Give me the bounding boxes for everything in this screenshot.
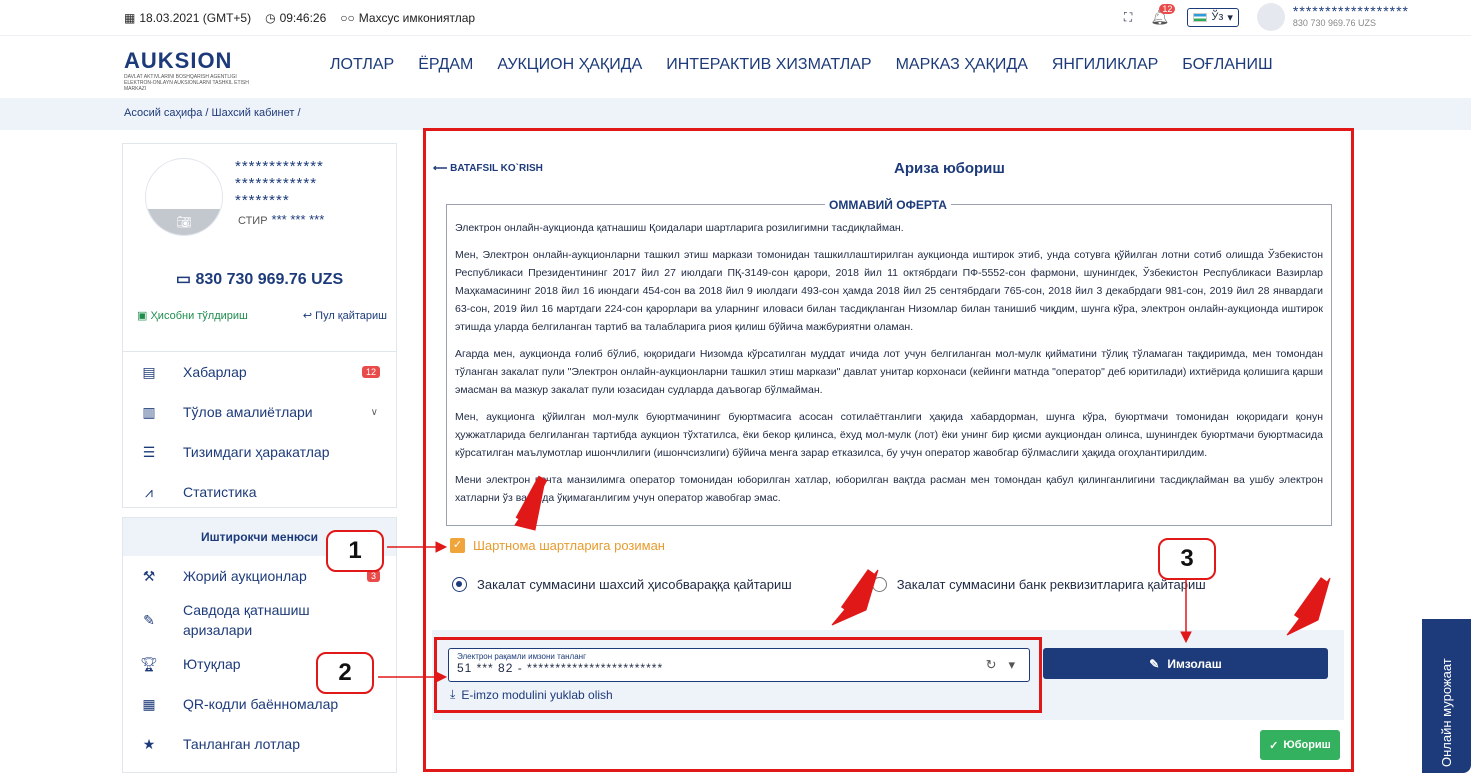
messages-badge: 12 [361,366,380,378]
nav-contact[interactable]: БОҒЛАНИШ [1182,56,1272,74]
camera-icon[interactable]: 📷︎ [146,209,222,235]
trophy-icon: 🏆︎ [140,655,158,672]
fullscreen-icon[interactable]: ⛶ [1124,10,1132,25]
annotation-number-1: 1 [326,530,384,572]
nav-interactive[interactable]: ИНТЕРАКТИВ ХИЗМАТЛАР [666,56,871,74]
invoice-icon: ▥ [142,403,156,420]
nav-about-center[interactable]: МАРКАЗ ҲАҚИДА [896,56,1028,74]
menu-item-messages[interactable]: ▤ Хабарлар 12 [123,352,396,392]
profile-name: ************* ************ ******** [235,158,324,209]
annotation-number-3: 3 [1158,538,1216,580]
clock-icon: ◷ [265,11,276,25]
refund-link[interactable]: ↩ Пул қайтариш [303,309,387,322]
menu-item-payments[interactable]: ▥ Тўлов амалиётлари ∨ [123,392,396,432]
user-menu[interactable]: ****************** 830 730 969.76 UZS [1256,3,1409,31]
star-icon: ★ [142,735,156,752]
annotation-number-2: 2 [316,652,374,694]
chevron-down-icon: ∨ [370,406,378,418]
nav-help[interactable]: ЁРДАМ [418,56,473,74]
date-display: ▦ 18.03.2021 (GMT+5) [124,11,252,25]
glasses-icon: ○○ [340,11,355,25]
user-name: ****************** [1292,3,1409,19]
reply-icon: ↩ [302,310,313,322]
time-display: ◷ 09:46:26 [265,11,327,25]
uz-flag-icon [1193,12,1208,22]
profile-menu: ▤ Хабарлар 12 ▥ Тўлов амалиётлари ∨ ☰ Тизимда… [123,351,396,512]
site-header: AUKSION DAVLAT AKTIVLARINI BOSHQARISH AG… [0,36,1471,98]
breadcrumb[interactable]: Асосий саҳифа / Шахсий кабинет / [0,98,1471,130]
menu-item-favorites[interactable]: ★ Танланган лотлар [123,724,396,764]
menu-item-applications[interactable]: ✎ Савдода қатнашиш аризалари [123,596,396,644]
menu-item-statistics[interactable]: ⩘ Статистика [123,472,396,512]
notification-count: 12 [1159,4,1176,14]
nav-news[interactable]: ЯНГИЛИКЛАР [1052,56,1158,74]
nav-lots[interactable]: ЛОТЛАР [330,56,394,74]
logo[interactable]: AUKSION DAVLAT AKTIVLARINI BOSHQARISH AG… [124,48,264,92]
special-features-link[interactable]: ○○ Махсус имкониятлар [340,11,475,25]
topup-link[interactable]: ▣ Ҳисобни тўлдириш [137,309,248,322]
notification-bell-icon[interactable]: 🔔︎ 12 [1150,4,1176,26]
avatar [1256,3,1285,31]
annotation-sign-box [434,637,1042,713]
cash-icon: ▣ [137,310,148,322]
qr-icon: ▦ [142,695,156,712]
edit-doc-icon: ✎ [143,612,155,628]
top-bar: ▦ 18.03.2021 (GMT+5) ◷ 09:46:26 ○○ Махсус и… [0,0,1471,36]
stir: СТИР *** *** *** [238,212,325,227]
chart-icon: ⩘ [145,483,153,500]
list-icon: ☰ [142,443,156,460]
balance: ▭ 830 730 969.76 UZS [175,271,344,288]
menu-item-actions[interactable]: ☰ Тизимдаги ҳаракатлар [123,432,396,472]
card-icon: ▭ [175,271,191,288]
nav-about-auction[interactable]: АУКЦИОН ҲАҚИДА [497,56,642,74]
avatar[interactable]: 📷︎ [145,158,223,236]
profile-card: 📷︎ ************* ************ ******** С… [122,143,397,508]
gavel-icon: ⚒ [142,567,156,584]
calendar-icon: ▦ [124,11,136,25]
online-request-tab[interactable]: Онлайн мурожаат [1422,619,1471,773]
caret-down-icon: ▾ [1227,11,1233,24]
language-select[interactable]: Ўз ▾ [1187,7,1239,27]
main-nav: ЛОТЛАР ЁРДАМ АУКЦИОН ҲАҚИДА ИНТЕРАКТИВ Х… [330,56,1273,74]
inbox-icon: ▤ [142,363,156,380]
